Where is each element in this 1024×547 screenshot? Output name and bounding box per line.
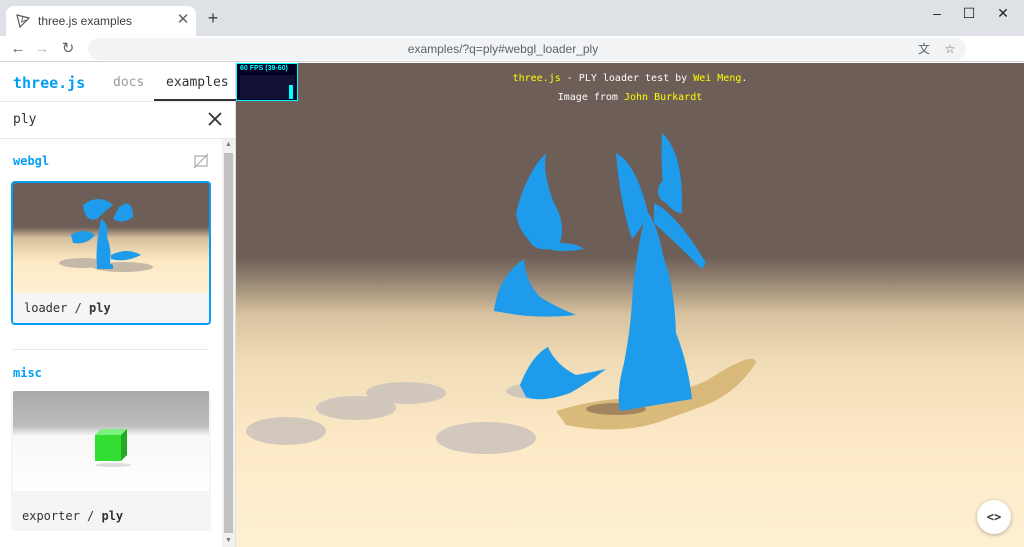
view-source-button[interactable]: <>: [977, 500, 1011, 534]
translate-icon[interactable]: 文: [916, 41, 932, 57]
model-shadows: [246, 382, 566, 454]
tab-title: three.js examples: [38, 14, 133, 28]
info-line-1: three.js - PLY loader test by Wei Meng.: [236, 73, 1024, 84]
tab-strip: three.js examples ✕ + – ☐ ✕: [0, 0, 1024, 36]
url-text: examples/?q=ply#webgl_loader_ply: [407, 42, 599, 56]
image-credit-link[interactable]: John Burkardt: [624, 92, 702, 103]
ply-scene-render: [246, 133, 756, 454]
example-label-prefix: loader /: [24, 301, 90, 315]
info-text: Image from: [557, 92, 624, 103]
address-bar[interactable]: examples/?q=ply#webgl_loader_ply 文 ☆: [88, 38, 966, 60]
example-thumbnail: [13, 183, 209, 293]
tab-docs[interactable]: docs: [113, 75, 144, 90]
info-text: - PLY loader test by: [560, 73, 694, 84]
forward-icon[interactable]: →: [32, 39, 52, 59]
threejs-link[interactable]: three.js: [513, 73, 561, 84]
webgl-viewport[interactable]: 60 FPS (39-60) three.js - PLY loader tes…: [236, 63, 1024, 547]
threejs-favicon-icon: [16, 14, 30, 28]
example-label-prefix: exporter /: [22, 509, 102, 523]
author-link[interactable]: Wei Meng: [693, 73, 741, 84]
example-label-name: ply: [89, 301, 111, 315]
angel-statue-model: [616, 133, 706, 411]
preview-off-icon[interactable]: [193, 153, 209, 169]
new-tab-button[interactable]: +: [204, 9, 222, 27]
examples-list: webgl loader / ply misc exporter / ply: [0, 139, 222, 547]
minimize-icon[interactable]: –: [920, 0, 954, 28]
reload-icon[interactable]: ↻: [58, 39, 78, 59]
sidebar-panel: three.js docs examples ply webgl loader …: [0, 63, 236, 547]
dolphin-models: [494, 153, 606, 400]
example-label: loader / ply: [24, 301, 111, 315]
category-misc: misc: [13, 366, 42, 380]
window-close-icon[interactable]: ✕: [986, 0, 1020, 28]
fps-readout: 60 FPS (39-60): [240, 65, 288, 72]
close-tab-icon[interactable]: ✕: [174, 11, 192, 29]
example-label: exporter / ply: [22, 509, 123, 523]
maximize-icon[interactable]: ☐: [952, 0, 986, 28]
scroll-up-icon[interactable]: ▲: [224, 140, 233, 150]
example-label-name: ply: [101, 509, 124, 523]
scroll-down-icon[interactable]: ▼: [224, 536, 233, 546]
bookmark-star-icon[interactable]: ☆: [942, 41, 958, 57]
tab-examples[interactable]: examples: [166, 75, 229, 90]
example-card-exporter-ply[interactable]: exporter / ply: [11, 391, 211, 531]
info-text: .: [741, 73, 748, 84]
clear-search-icon[interactable]: [206, 110, 224, 128]
example-card-loader-ply[interactable]: loader / ply: [11, 181, 211, 325]
sidebar-scrollbar[interactable]: ▲ ▼: [222, 139, 235, 547]
divider: [0, 101, 236, 102]
divider: [13, 349, 209, 350]
scrollbar-thumb[interactable]: [224, 153, 233, 533]
search-input[interactable]: ply: [13, 112, 36, 127]
browser-tab[interactable]: three.js examples ✕: [6, 6, 196, 36]
example-thumbnail: [13, 391, 209, 491]
brand-title[interactable]: three.js: [13, 74, 85, 92]
info-line-2: Image from John Burkardt: [236, 92, 1024, 103]
category-webgl: webgl: [13, 154, 50, 168]
browser-toolbar: ← → ↻ examples/?q=ply#webgl_loader_ply 文…: [0, 36, 1024, 62]
back-icon[interactable]: ←: [8, 39, 28, 59]
